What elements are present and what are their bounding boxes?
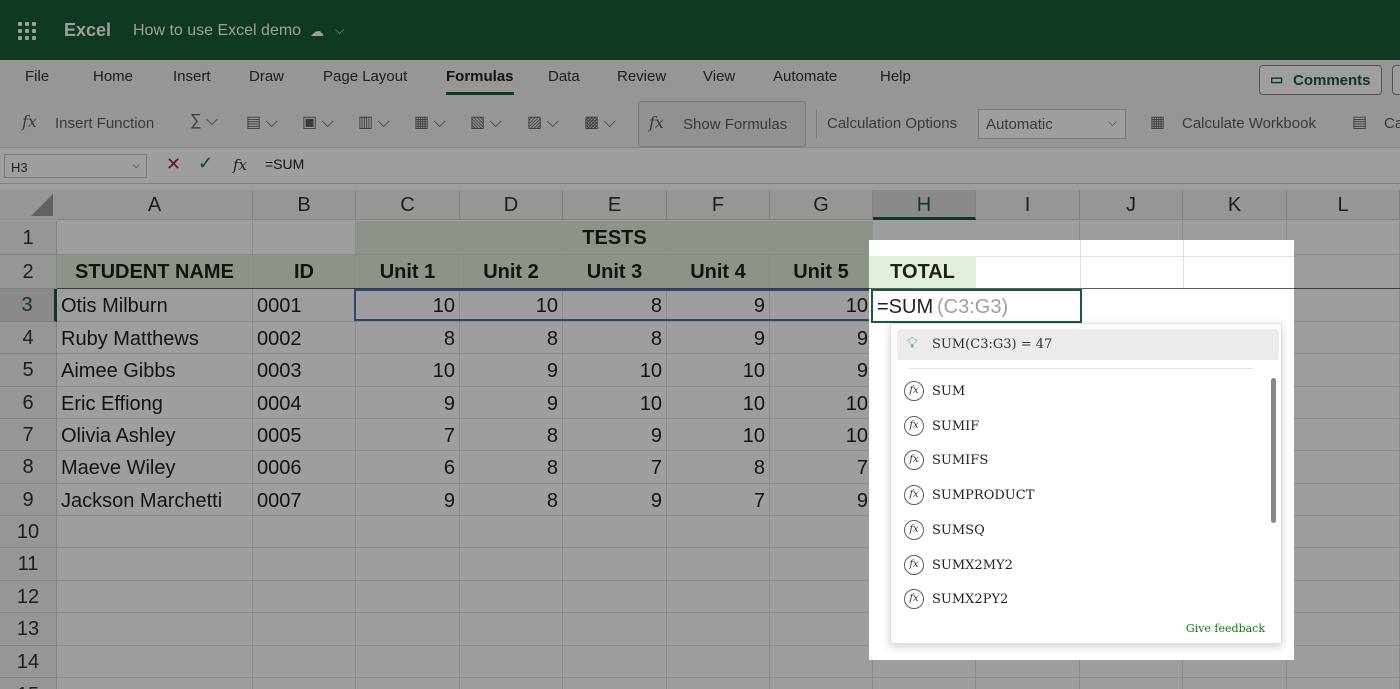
function-name: SUMIF — [932, 418, 980, 434]
function-name: SUM — [932, 384, 966, 399]
formula-hint: (C3:G3) — [937, 296, 1009, 318]
function-icon: fx — [904, 381, 924, 401]
total-header-cell[interactable]: TOTAL — [869, 256, 976, 288]
typed-formula: =SUM — [877, 296, 934, 318]
function-option-sumsq[interactable]: fx SUMSQ — [891, 514, 1261, 548]
function-icon: fx — [904, 589, 924, 610]
function-name: SUMX2PY2 — [932, 592, 1009, 608]
function-icon: fx — [904, 485, 924, 506]
function-option-sumproduct[interactable]: fx SUMPRODUCT — [891, 479, 1261, 513]
divider — [909, 368, 1253, 369]
formula-suggestion[interactable]: 💡︎ SUM(C3:G3) = 47 — [897, 329, 1279, 360]
function-option-sumifs[interactable]: fx SUMIFS — [891, 444, 1261, 478]
function-icon: fx — [904, 554, 924, 575]
active-cell-editor[interactable]: =SUM (C3:G3) — [871, 289, 1082, 323]
grid-line — [976, 256, 1294, 257]
function-icon: fx — [904, 519, 924, 540]
lightbulb-icon: 💡︎ — [907, 335, 918, 352]
excel-window: Excel How to use Excel demo ☁ ⌵ File Home… — [0, 0, 1400, 689]
function-option-sum[interactable]: fx SUM — [891, 375, 1261, 409]
function-name: SUMIFS — [932, 453, 989, 469]
function-option-sumx2py2[interactable]: fx SUMX2PY2 — [891, 583, 1261, 617]
function-option-sumif[interactable]: fx SUMIF — [891, 410, 1261, 444]
formula-autocomplete: 💡︎ SUM(C3:G3) = 47 fx SUM fx SUMIF fx SUMIFS f… — [890, 323, 1282, 644]
function-name: SUMSQ — [932, 522, 985, 538]
function-icon: fx — [904, 450, 924, 471]
function-name: SUMX2MY2 — [932, 557, 1013, 573]
give-feedback-link[interactable]: Give feedback — [1186, 622, 1265, 635]
function-icon: fx — [904, 415, 924, 436]
grid-line — [1080, 240, 1081, 288]
scrollbar[interactable] — [1271, 378, 1276, 523]
function-name: SUMPRODUCT — [932, 488, 1035, 504]
suggestion-text: SUM(C3:G3) = 47 — [932, 337, 1053, 352]
grid-line — [1183, 240, 1184, 288]
function-option-sumx2my2[interactable]: fx SUMX2MY2 — [891, 549, 1261, 583]
